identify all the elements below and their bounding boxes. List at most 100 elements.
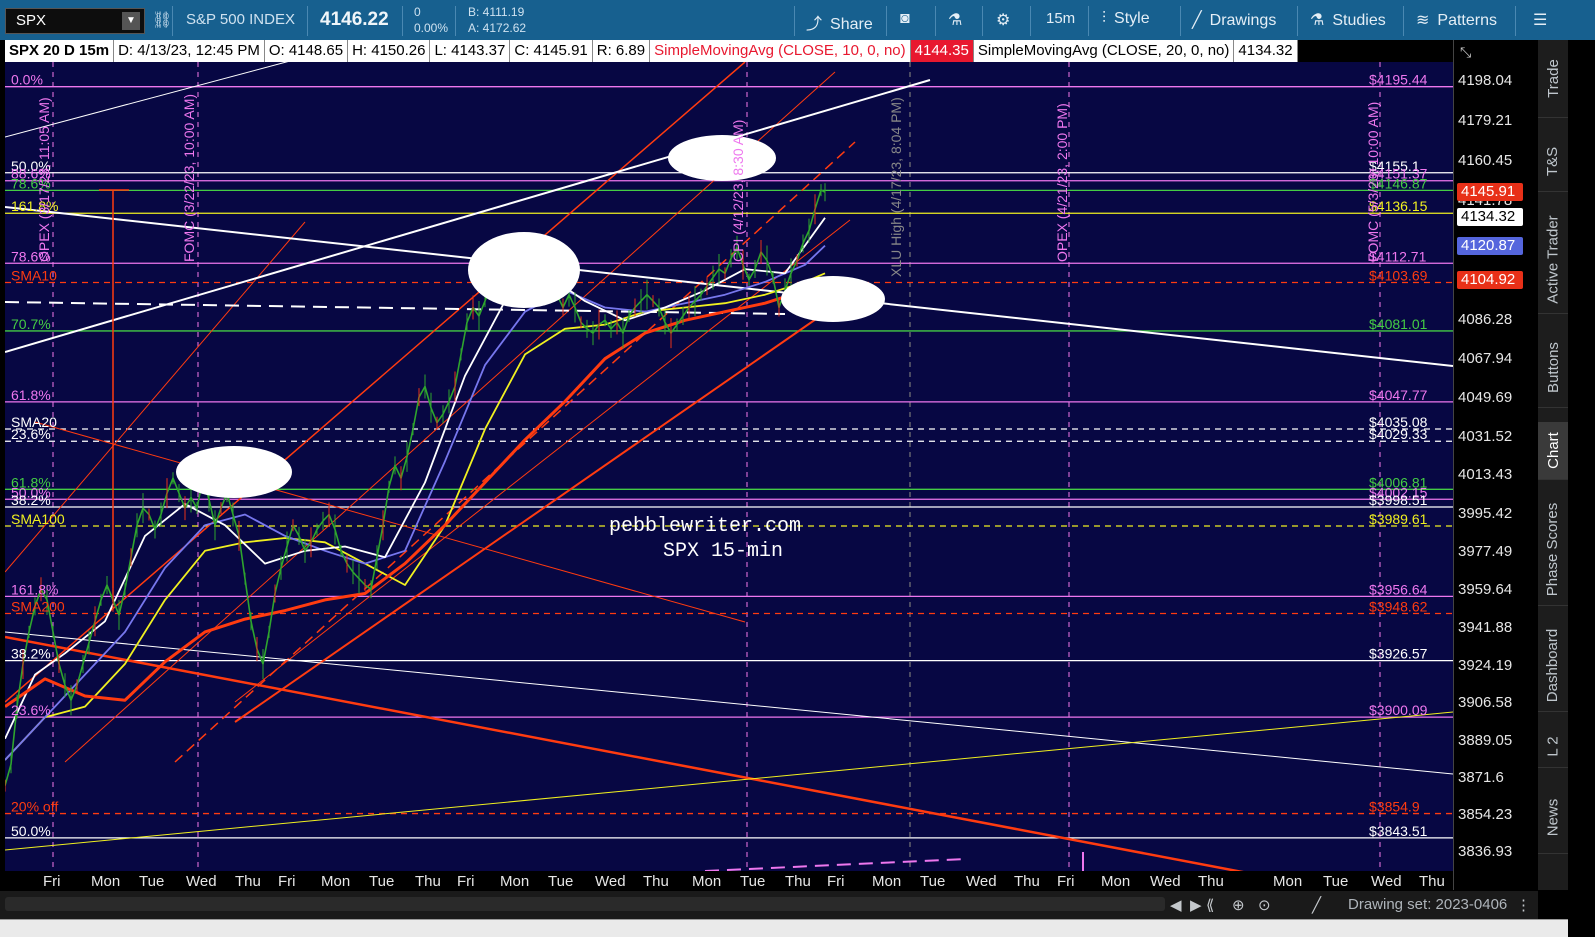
level-label: SMA10 <box>11 268 57 284</box>
price-tick: 4198.04 <box>1458 72 1513 90</box>
time-tick: Tue <box>548 873 574 890</box>
level-label: 161.8% <box>11 581 58 597</box>
level-price-label: $3989.61 <box>1369 511 1428 527</box>
time-tick: Fri <box>827 873 845 890</box>
flask-icon: ⚗ <box>1310 12 1325 29</box>
time-tick: Thu <box>235 873 261 890</box>
divider <box>1515 6 1516 36</box>
price-flag: 4120.87 <box>1457 236 1523 255</box>
sma10-study-value: 4144.35 <box>910 40 974 62</box>
downtrend-line <box>5 631 1453 775</box>
price-chart[interactable]: 0.0% $4195.44 50.0% $4155.1 88.6% $4151.37 78.… <box>5 62 1453 871</box>
symbol-dropdown-icon[interactable]: ▼ <box>122 12 140 30</box>
highlight-ellipse <box>468 232 580 308</box>
bar-range: R: 6.89 <box>593 40 651 62</box>
side-strip <box>1568 40 1595 937</box>
pencil-icon: ╱ <box>1192 12 1202 29</box>
more-icon[interactable]: ⋮ <box>1516 896 1531 914</box>
change-block: 0 0.00% <box>414 4 448 36</box>
price-tick: 3995.42 <box>1458 504 1513 522</box>
level-price-label: $4081.01 <box>1369 316 1428 332</box>
level-price-label: $4103.69 <box>1369 268 1428 284</box>
symbol-input[interactable]: SPX ▼ <box>5 8 145 34</box>
drawings-label: Drawings <box>1209 12 1277 29</box>
crosshair-icon[interactable]: ⊕ <box>1232 896 1245 914</box>
divider <box>982 6 983 36</box>
share-button[interactable]: ⤴ Share <box>806 10 873 34</box>
side-tab-label: Dashboard <box>1544 628 1562 703</box>
price-axis[interactable]: ⤡ 4198.044179.214160.454141.784086.28406… <box>1453 40 1538 890</box>
side-tab-chart[interactable]: Chart <box>1538 422 1568 480</box>
side-tab-phase-scores[interactable]: Phase Scores <box>1538 494 1568 606</box>
level-price-label: $4047.77 <box>1369 387 1428 403</box>
side-tab-t-s[interactable]: T&S <box>1538 132 1568 192</box>
price-tick: 3871.6 <box>1458 768 1504 786</box>
menu-button[interactable]: ☰ <box>1533 10 1547 30</box>
event-label: OPEX (4/21/23, 2:00 PM) <box>1054 103 1070 262</box>
highlight-ellipse <box>668 135 776 181</box>
side-tab-buttons[interactable]: Buttons <box>1538 328 1568 408</box>
price-tick: 3941.88 <box>1458 618 1513 636</box>
scroll-left-icon[interactable]: ◀ <box>1170 896 1182 914</box>
time-tick: Wed <box>595 873 626 890</box>
time-axis[interactable]: Fri Mon Tue Wed Thu Fri Mon Tue Thu Fri Mon Tue Wed T… <box>5 871 1453 891</box>
snapshot-button[interactable]: ◙ <box>900 10 910 28</box>
collapse-icon[interactable]: ⤡ <box>1460 44 1471 61</box>
event-label: FOMC (3/22/23, 10:00 AM) <box>181 94 197 262</box>
studies-lab-button[interactable]: ⚗ <box>948 10 962 30</box>
timeframe-button[interactable]: 15m <box>1046 10 1075 27</box>
patterns-button[interactable]: ≋ Patterns <box>1416 10 1497 30</box>
downtrend-line <box>5 206 1453 367</box>
side-tab-trade[interactable]: Trade <box>1538 40 1568 118</box>
side-tab-label: Phase Scores <box>1544 502 1562 597</box>
price-tick: 3854.23 <box>1458 806 1513 823</box>
drawings-button[interactable]: ╱ Drawings <box>1192 10 1276 30</box>
zoom-icon[interactable]: ⊙ <box>1258 896 1271 914</box>
event-label: CPI (4/12/23, 8:30 AM) <box>730 120 746 262</box>
price-tick: 3959.64 <box>1458 581 1513 598</box>
sma20-study-label[interactable]: SimpleMovingAvg (CLOSE, 20, 0, no) <box>974 40 1235 62</box>
side-tab-active-trader[interactable]: Active Trader <box>1538 206 1568 314</box>
gear-icon: ⚙ <box>996 12 1011 29</box>
chart-canvas[interactable]: 0.0% $4195.4450.0% $4155.188.6% $4151.3778.… <box>5 62 1453 871</box>
series-sma10[interactable] <box>5 278 826 708</box>
watermark: pebblewriter.com SPX 15-min <box>609 515 801 563</box>
pan-icon[interactable]: ⟪ <box>1206 896 1214 914</box>
ask-value: A: 4172.62 <box>468 21 527 35</box>
side-tab-news[interactable]: News <box>1538 782 1568 854</box>
level-label: 61.8% <box>11 387 51 403</box>
studies-button[interactable]: ⚗ Studies <box>1310 10 1386 30</box>
divider <box>307 6 308 36</box>
side-tab-dashboard[interactable]: Dashboard <box>1538 620 1568 712</box>
style-button[interactable]: ⫶ Style <box>1102 10 1150 28</box>
sma10-study-label[interactable]: SimpleMovingAvg (CLOSE, 10, 0, no) <box>650 40 911 62</box>
price-tick: 4160.45 <box>1458 152 1513 170</box>
patterns-label: Patterns <box>1437 12 1497 29</box>
price-tick: 3889.05 <box>1458 731 1513 749</box>
price-tick: 4179.21 <box>1458 112 1513 130</box>
event-label: OPEX (3/17/23, 11:05 AM) <box>36 97 52 262</box>
time-tick: Tue <box>740 873 766 890</box>
level-price-label: $3854.9 <box>1369 799 1420 815</box>
level-label: SMA100 <box>11 511 65 527</box>
horizontal-scrollbar[interactable] <box>5 897 1165 911</box>
time-tick: Mon <box>1101 873 1131 890</box>
candle-icon: ⫶ <box>1102 10 1107 27</box>
level-label: 23.6% <box>11 426 51 442</box>
drawing-set-label[interactable]: Drawing set: 2023-0406 <box>1348 896 1507 913</box>
price-tick: 3836.93 <box>1458 842 1513 860</box>
side-tab-l-2[interactable]: L 2 <box>1538 726 1568 768</box>
price-tick: 4086.28 <box>1458 310 1513 328</box>
time-tick: Tue <box>139 873 165 890</box>
symbol-text: SPX <box>16 12 47 29</box>
time-tick: Thu <box>1419 873 1445 890</box>
settings-button[interactable]: ⚙ <box>996 10 1010 30</box>
chart-header: SPX 20 D 15m D: 4/13/23, 12:45 PM O: 414… <box>5 40 1298 62</box>
link-icon[interactable]: ⛓ <box>152 10 172 30</box>
time-tick: Mon <box>1273 873 1303 890</box>
downtrend-line <box>5 635 1244 871</box>
drawing-tool-icon[interactable]: ╱ <box>1312 896 1321 914</box>
price-tick: 4049.69 <box>1458 388 1513 406</box>
divider <box>794 6 795 36</box>
scroll-right-icon[interactable]: ▶ <box>1190 896 1202 914</box>
